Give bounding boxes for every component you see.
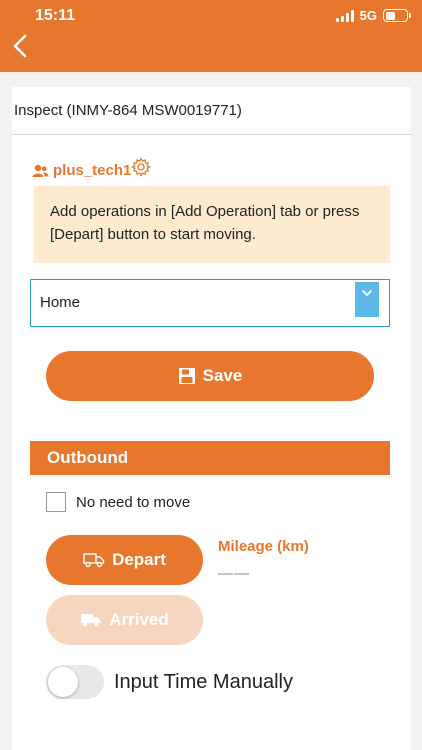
signal-icon [335, 9, 354, 22]
back-button[interactable] [6, 32, 34, 60]
chevron-left-icon [13, 34, 27, 58]
depart-button[interactable]: Depart [46, 535, 203, 585]
user-name: plus_tech1 [53, 162, 132, 179]
no-need-to-move-row[interactable]: No need to move [46, 492, 190, 512]
network-label: 5G [359, 8, 377, 23]
toggle-knob [48, 667, 78, 697]
input-time-manually-row: Input Time Manually [46, 665, 293, 699]
no-need-to-move-checkbox[interactable] [46, 492, 66, 512]
mileage-label: Mileage (km) [218, 538, 309, 555]
inspect-card: Inspect (INMY-864 MSW0019771) plus_tech1… [12, 87, 411, 750]
arrived-button-label: Arrived [109, 610, 169, 629]
status-time: 15:11 [35, 7, 76, 24]
users-icon [32, 164, 49, 177]
user-row: plus_tech1 [32, 156, 152, 179]
info-message: Add operations in [Add Operation] tab or… [34, 186, 390, 263]
location-select-value: Home [40, 294, 81, 311]
truck-icon [83, 553, 105, 568]
save-button[interactable]: Save [46, 351, 374, 401]
mileage-value[interactable]: —— [218, 565, 250, 582]
location-select[interactable]: Home [30, 279, 390, 327]
truck-icon [81, 614, 101, 627]
save-button-label: Save [202, 366, 243, 385]
battery-icon [383, 9, 411, 22]
page-title: Inspect (INMY-864 MSW0019771) [14, 102, 242, 119]
depart-button-label: Depart [112, 550, 166, 569]
app-header: 15:11 5G [0, 0, 422, 72]
divider [12, 134, 411, 135]
arrived-button[interactable]: Arrived [46, 595, 203, 645]
gear-icon[interactable] [131, 156, 152, 177]
status-indicators: 5G [335, 8, 411, 23]
save-icon [178, 368, 195, 384]
select-arrow[interactable] [355, 282, 379, 317]
input-time-manually-toggle[interactable] [46, 665, 104, 699]
no-need-to-move-label: No need to move [76, 493, 191, 511]
outbound-header: Outbound [30, 441, 390, 475]
input-time-manually-label: Input Time Manually [114, 670, 293, 693]
chevron-down-icon [361, 289, 373, 297]
